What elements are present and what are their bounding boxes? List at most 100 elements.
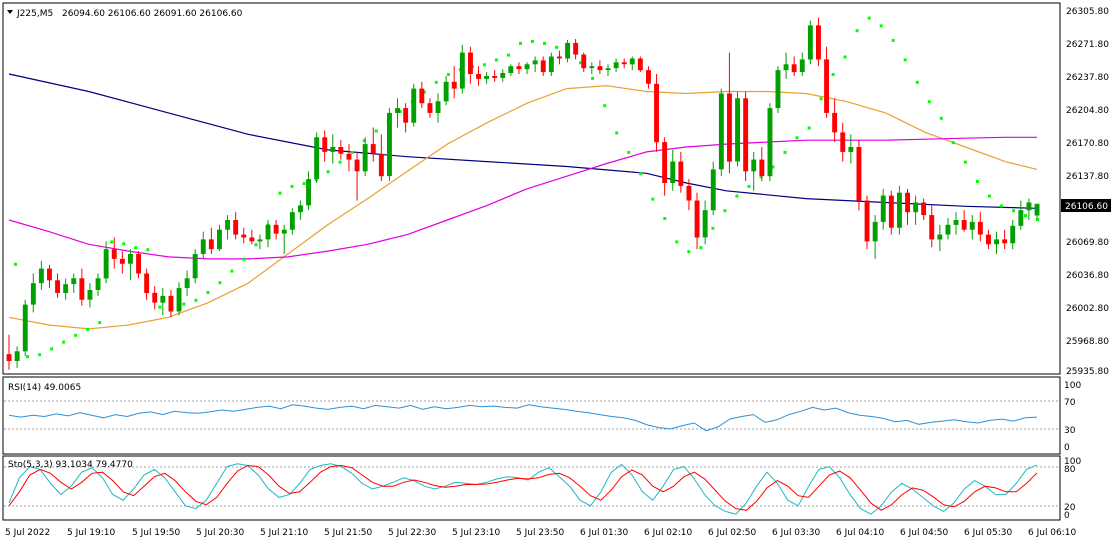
price-tick: 26237.80: [1066, 73, 1109, 83]
psar-dot: [182, 302, 186, 306]
candle-body: [419, 88, 425, 104]
psar-dot: [1036, 218, 1039, 221]
candle-body: [832, 112, 838, 133]
time-tick: 5 Jul 19:10: [67, 528, 116, 538]
candle-body: [484, 76, 489, 79]
candle-body: [702, 210, 708, 238]
candle-body: [621, 62, 627, 65]
candle-body: [298, 205, 303, 213]
psar-dot: [615, 131, 619, 135]
price-tick: 26069.80: [1066, 238, 1109, 248]
candle-body: [192, 254, 198, 279]
psar-dot: [855, 29, 859, 33]
psar-dot: [242, 257, 246, 261]
time-tick: 5 Jul 2022: [5, 528, 50, 538]
candle-body: [111, 249, 117, 259]
candle-body: [969, 221, 975, 230]
psar-dot: [975, 180, 979, 183]
candle-body: [581, 54, 587, 69]
time-tick: 5 Jul 21:10: [260, 528, 309, 538]
candle-body: [824, 59, 829, 113]
candle-body: [103, 249, 109, 279]
candle-body: [249, 237, 255, 242]
candle-body: [557, 56, 562, 59]
psar-dot: [783, 150, 787, 154]
candle-body: [686, 185, 692, 201]
candle-body: [751, 159, 757, 172]
candle-body: [468, 52, 473, 74]
candle-body: [87, 290, 93, 300]
current-price-label: 26106.60: [1065, 202, 1108, 212]
psar-dot: [627, 150, 631, 154]
candle-body: [289, 212, 295, 230]
candle-body: [516, 66, 522, 70]
candle-body: [646, 70, 651, 84]
psar-dot: [639, 172, 643, 176]
candle-body: [597, 66, 603, 71]
candle-body: [710, 169, 716, 211]
candle-body: [322, 137, 328, 152]
candle-body: [548, 56, 554, 73]
psar-dot: [1024, 214, 1027, 218]
candle: [807, 20, 813, 65]
candle-body: [953, 220, 959, 225]
candle-body: [6, 354, 12, 361]
candle-body: [14, 351, 20, 361]
candle: [897, 185, 902, 235]
candle-body: [1034, 203, 1040, 216]
psar-dot: [555, 45, 559, 49]
time-tick: 5 Jul 19:50: [132, 528, 181, 538]
psar-dot: [194, 298, 198, 302]
candle-body: [362, 144, 368, 172]
candle: [654, 74, 659, 152]
candle-body: [459, 52, 465, 89]
candle-body: [176, 288, 182, 312]
psar-dot: [62, 340, 66, 344]
psar-dot: [687, 250, 691, 254]
candle-body: [435, 101, 441, 113]
candle: [864, 195, 870, 250]
psar-dot: [26, 355, 29, 359]
candle-body: [791, 64, 797, 73]
candle-body: [22, 304, 28, 352]
psar-dot: [38, 353, 42, 357]
psar-dot: [543, 41, 546, 45]
candle-body: [63, 284, 69, 293]
candle-body: [654, 83, 659, 143]
time-tick: 6 Jul 02:50: [708, 528, 757, 538]
price-tick: 25968.80: [1066, 337, 1109, 347]
candle-body: [629, 58, 635, 65]
candle: [718, 88, 724, 177]
psar-dot: [434, 80, 438, 84]
price-tick: 26036.80: [1066, 271, 1109, 281]
candle: [767, 103, 773, 182]
candle-body: [152, 292, 158, 303]
candle-body: [573, 42, 579, 55]
candle-body: [508, 66, 514, 73]
candle: [192, 249, 198, 284]
psar-dot: [446, 73, 450, 76]
candle-body: [354, 159, 360, 172]
psar-dot: [843, 55, 847, 59]
candle-body: [775, 70, 781, 108]
psar-dot: [891, 39, 895, 42]
candle-body: [144, 273, 150, 293]
psar-dot: [86, 327, 90, 331]
candle: [775, 66, 781, 113]
candle: [710, 161, 716, 216]
candle-body: [208, 239, 214, 250]
candle-body: [961, 220, 967, 230]
psar-dot: [939, 116, 943, 120]
chart-ohlc: 26094.60 26106.60 26091.60 26106.60: [62, 9, 243, 19]
time-tick: 5 Jul 20:30: [196, 528, 245, 538]
time-tick: 6 Jul 05:30: [964, 528, 1013, 538]
psar-dot: [1012, 209, 1015, 213]
psar-dot: [879, 24, 883, 28]
psar-dot: [723, 209, 727, 213]
psar-dot: [711, 226, 715, 230]
candle-body: [395, 108, 400, 113]
psar-dot: [807, 126, 811, 130]
rsi-level-tick: 30: [1064, 426, 1076, 436]
candle: [743, 91, 749, 182]
candle-body: [694, 200, 700, 238]
